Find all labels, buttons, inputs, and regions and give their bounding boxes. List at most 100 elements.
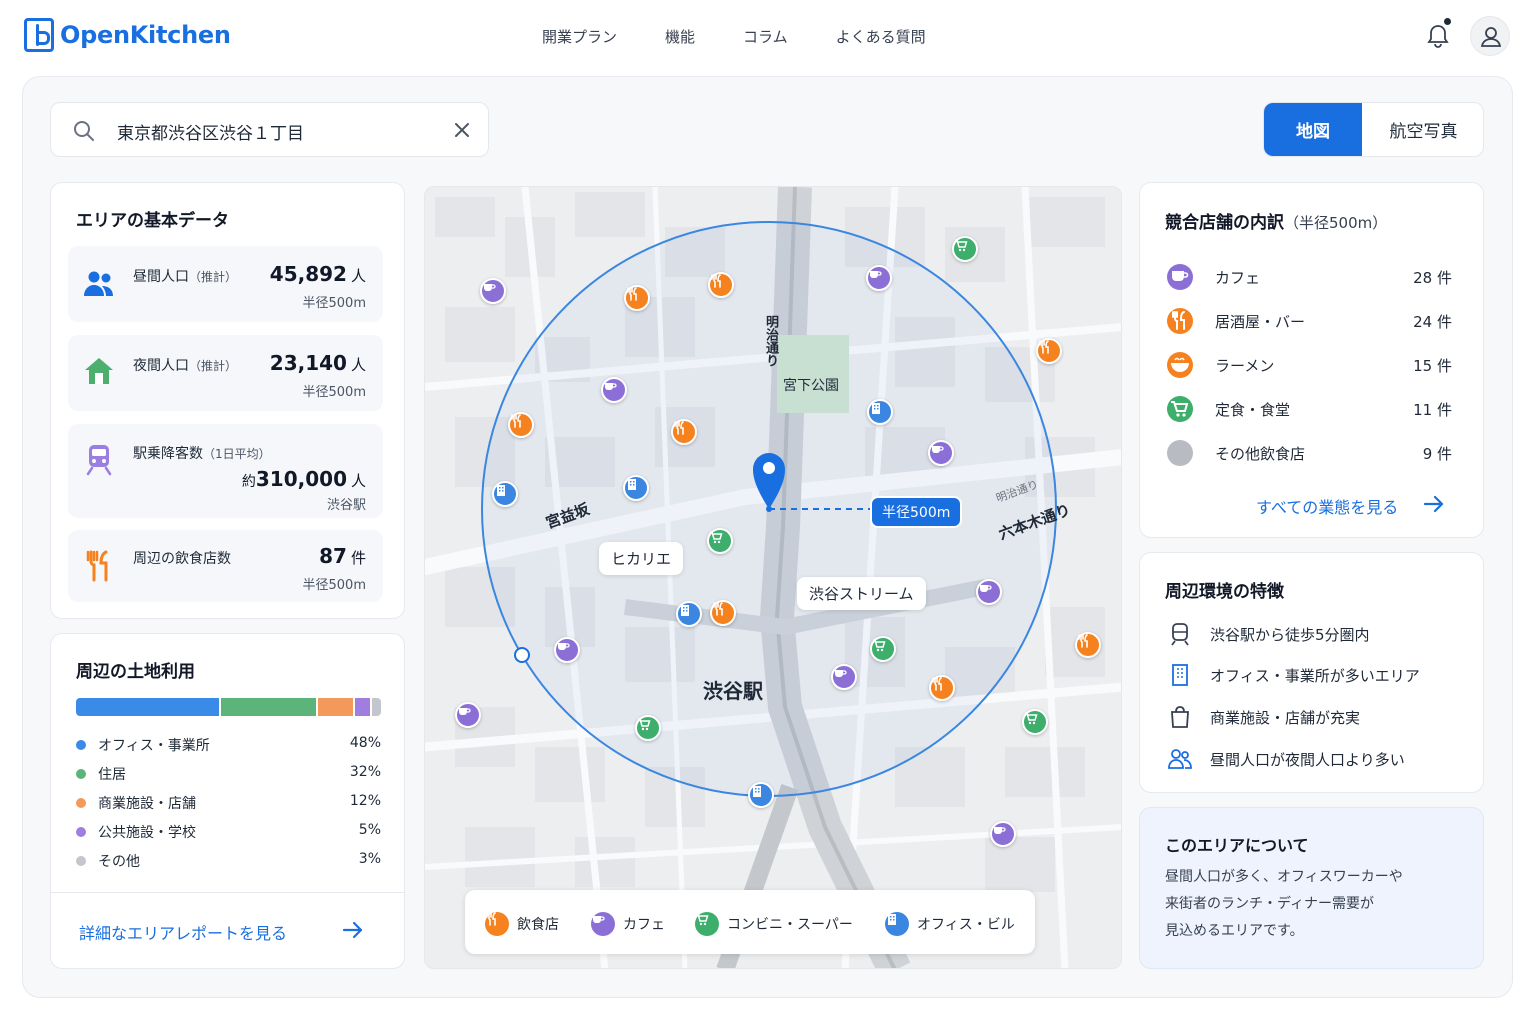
office-marker-icon[interactable] xyxy=(492,481,518,507)
convenience-marker-icon[interactable] xyxy=(870,636,896,662)
land-use-segment xyxy=(355,698,371,716)
stat-sub: 半径500m xyxy=(302,296,366,311)
cafe-marker-icon[interactable] xyxy=(831,664,857,690)
cafe-marker-icon[interactable] xyxy=(866,265,892,291)
legend-percent: 48% xyxy=(349,735,381,751)
stat-note: （1日平均） xyxy=(203,447,271,461)
land-use-legend-row: 商業施設・店舗 12% xyxy=(76,793,381,813)
competitor-name: その他飲食店 xyxy=(1215,445,1306,463)
legend-name: その他 xyxy=(98,854,140,870)
office-marker-icon[interactable] xyxy=(867,399,893,425)
top-bar: OpenKitchen 開業プラン 機能 コラム よくある質問 xyxy=(0,0,1536,74)
map-label-hikarie: ヒカリエ xyxy=(599,542,684,575)
competitor-name: カフェ xyxy=(1215,269,1261,287)
all-categories-link[interactable]: すべての業態を見る xyxy=(1256,494,1398,518)
office-marker-icon[interactable] xyxy=(623,475,649,501)
cart-icon xyxy=(1167,396,1193,422)
nav-item-plans[interactable]: 開業プラン xyxy=(542,26,617,47)
aerial-view-button[interactable]: 航空写真 xyxy=(1362,103,1483,156)
cafe-marker-icon[interactable] xyxy=(601,377,627,403)
notification-dot xyxy=(1444,18,1451,25)
feature-text: 渋谷駅から徒歩5分圏内 xyxy=(1210,626,1370,644)
shopping-bag-icon xyxy=(1171,706,1189,728)
cart-icon xyxy=(695,912,719,936)
restaurant-marker-icon[interactable] xyxy=(1036,338,1062,364)
user-avatar[interactable] xyxy=(1470,16,1510,56)
legend-convenience[interactable]: コンビニ・スーパー xyxy=(695,912,853,936)
competitor-row[interactable]: ラーメン 15 件 xyxy=(1167,351,1452,379)
convenience-marker-icon[interactable] xyxy=(635,715,661,741)
restaurant-marker-icon[interactable] xyxy=(624,285,650,311)
legend-office[interactable]: オフィス・ビル xyxy=(885,912,1015,936)
environment-card: 周辺環境の特徴 渋谷駅から徒歩5分圏内 オフィス・事業所が多いエリア 商業施設・… xyxy=(1139,552,1484,793)
nav-item-features[interactable]: 機能 xyxy=(665,26,695,47)
land-use-legend-row: オフィス・事業所 48% xyxy=(76,735,381,755)
competitor-row[interactable]: その他飲食店 9 件 xyxy=(1167,439,1452,467)
map-label-meiji: 明治通り xyxy=(763,315,778,367)
land-use-card: 周辺の土地利用 詳細なエリアレポートを見る オフィス・事業所 48% 住居 32% 商業… xyxy=(50,633,405,969)
legend-label: コンビニ・スーパー xyxy=(727,917,853,933)
legend-dot xyxy=(76,856,86,866)
map-view-button[interactable]: 地図 xyxy=(1264,103,1362,156)
train-icon xyxy=(1171,623,1189,646)
notification-bell-icon[interactable] xyxy=(1424,22,1452,50)
environment-title: 周辺環境の特徴 xyxy=(1165,582,1284,602)
convenience-marker-icon[interactable] xyxy=(707,528,733,554)
competitors-note: （半径500m） xyxy=(1284,214,1388,232)
stat-label: 夜間人口 xyxy=(133,358,189,374)
restaurant-marker-icon[interactable] xyxy=(671,419,697,445)
office-marker-icon[interactable] xyxy=(676,601,702,627)
about-line: 昼間人口が多く、オフィスワーカーや xyxy=(1165,869,1403,885)
building-icon xyxy=(1172,664,1188,686)
stat-label: 駅乗降客数 xyxy=(133,446,203,462)
fork-knife-icon xyxy=(86,550,108,582)
land-use-legend-row: その他 3% xyxy=(76,851,381,871)
competitor-count: 11 件 xyxy=(1413,401,1452,419)
fork-knife-icon xyxy=(1167,308,1193,334)
restaurant-marker-icon[interactable] xyxy=(508,412,534,438)
logo-mark-icon xyxy=(24,18,54,52)
address-search[interactable]: 東京都渋谷区渋谷１丁目 xyxy=(50,102,489,157)
feature-text: 昼間人口が夜間人口より多い xyxy=(1210,751,1405,769)
office-marker-icon[interactable] xyxy=(748,782,774,808)
cafe-marker-icon[interactable] xyxy=(480,278,506,304)
convenience-marker-icon[interactable] xyxy=(952,236,978,262)
map-base xyxy=(425,187,1121,968)
competitor-row[interactable]: 定食・食堂 11 件 xyxy=(1167,395,1452,423)
land-use-segment xyxy=(220,698,316,716)
cafe-marker-icon[interactable] xyxy=(928,440,954,466)
restaurant-marker-icon[interactable] xyxy=(708,272,734,298)
legend-name: 公共施設・学校 xyxy=(98,825,196,841)
competitor-row[interactable]: カフェ 28 件 xyxy=(1167,263,1452,291)
nav-item-faq[interactable]: よくある質問 xyxy=(836,26,926,47)
arrow-right-icon[interactable] xyxy=(341,920,365,940)
cafe-marker-icon[interactable] xyxy=(455,702,481,728)
legend-cafe[interactable]: カフェ xyxy=(591,912,665,936)
arrow-right-icon[interactable] xyxy=(1422,494,1446,514)
cafe-marker-icon[interactable] xyxy=(976,579,1002,605)
map-view[interactable]: 明治通り 宮下公園 宮益坂 六本木通り 明治通り ヒカリエ 渋谷ストリーム 渋谷… xyxy=(424,186,1122,969)
stat-value: 45,892 xyxy=(269,262,347,286)
restaurant-marker-icon[interactable] xyxy=(710,600,736,626)
competitors-title: 競合店舗の内訳 xyxy=(1165,213,1284,233)
feature-text: オフィス・事業所が多いエリア xyxy=(1210,667,1420,685)
area-report-link[interactable]: 詳細なエリアレポートを見る xyxy=(79,920,287,944)
legend-percent: 5% xyxy=(358,822,381,838)
search-icon xyxy=(74,121,94,141)
legend-restaurant[interactable]: 飲食店 xyxy=(485,912,559,936)
nav-item-column[interactable]: コラム xyxy=(743,26,788,47)
cafe-marker-icon[interactable] xyxy=(554,637,580,663)
stat-sub: 半径500m xyxy=(302,385,366,400)
search-input[interactable]: 東京都渋谷区渋谷１丁目 xyxy=(117,119,304,144)
clear-icon[interactable] xyxy=(453,121,471,139)
convenience-marker-icon[interactable] xyxy=(1022,709,1048,735)
restaurant-marker-icon[interactable] xyxy=(1075,632,1101,658)
main-nav: 開業プラン 機能 コラム よくある質問 xyxy=(542,26,926,47)
competitor-row[interactable]: 居酒屋・バー 24 件 xyxy=(1167,307,1452,335)
cafe-marker-icon[interactable] xyxy=(990,821,1016,847)
map-label-shibuya-stream: 渋谷ストリーム xyxy=(797,577,926,610)
about-area-card: このエリアについて 昼間人口が多く、オフィスワーカーや 来街者のランチ・ディナー… xyxy=(1139,807,1484,969)
logo[interactable]: OpenKitchen xyxy=(24,18,231,52)
restaurant-marker-icon[interactable] xyxy=(929,675,955,701)
people-icon xyxy=(84,271,113,296)
